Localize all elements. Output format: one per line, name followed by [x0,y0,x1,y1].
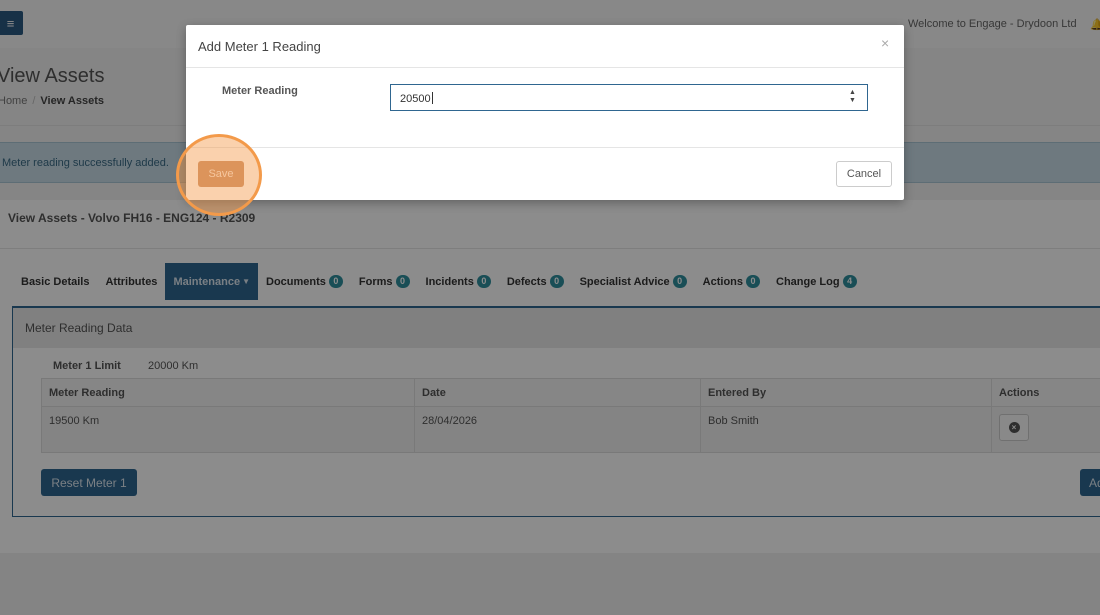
input-value: 20500 [400,92,433,105]
modal-header: Add Meter 1 Reading × [186,25,904,68]
cancel-button[interactable]: Cancel [836,161,892,187]
modal-title: Add Meter 1 Reading [198,39,321,54]
close-icon[interactable]: × [881,35,889,51]
save-button[interactable]: Save [198,161,244,187]
add-meter-reading-modal: Add Meter 1 Reading × Meter Reading 2050… [186,25,904,200]
number-stepper-icon[interactable]: ▲ ▼ [849,89,856,105]
text-cursor [431,92,433,104]
meter-reading-label: Meter Reading [222,85,298,97]
meter-reading-input[interactable]: 20500 ▲ ▼ [390,84,868,111]
modal-footer-divider [186,147,904,148]
